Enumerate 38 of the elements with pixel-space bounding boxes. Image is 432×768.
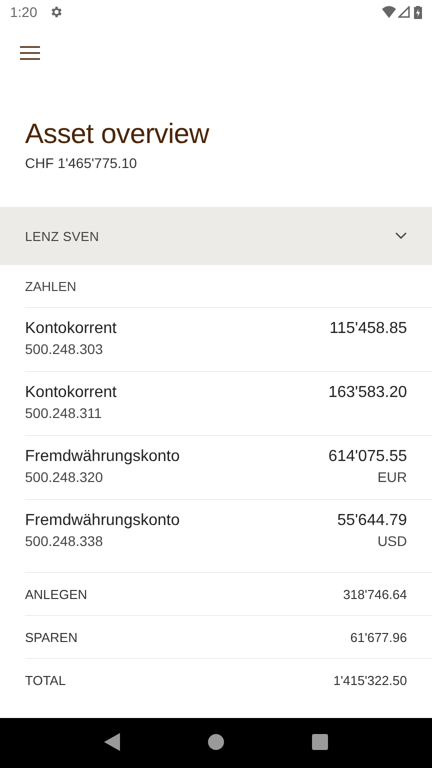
- account-row[interactable]: Fremdwährungskonto 500.248.320 614'075.55 EUR: [25, 436, 432, 500]
- account-name: Kontokorrent: [25, 320, 117, 338]
- wifi-icon: [382, 6, 396, 18]
- account-row[interactable]: Kontokorrent 500.248.303 115'458.85: [25, 308, 432, 372]
- account-number: 500.248.320: [25, 469, 104, 485]
- recents-button[interactable]: [312, 734, 328, 752]
- account-balance: 115'458.85: [330, 320, 407, 338]
- summary-amount: 1'415'322.50: [333, 672, 407, 688]
- page-title: Asset overview: [25, 117, 210, 151]
- summary-amount: 318'746.64: [343, 586, 407, 602]
- account-row[interactable]: Kontokorrent 500.248.311 163'583.20: [25, 372, 432, 436]
- settings-icon: [49, 5, 64, 19]
- back-button[interactable]: [104, 732, 120, 754]
- group-header[interactable]: LENZ SVEN: [0, 207, 432, 265]
- account-name: Fremdwährungskonto: [25, 512, 180, 530]
- status-time: 1:20: [10, 4, 38, 20]
- summary-amount: 61'677.96: [350, 630, 407, 644]
- account-number: 500.248.303: [25, 341, 104, 357]
- summary-label: ANLEGEN: [25, 586, 88, 602]
- account-name: Fremdwährungskonto: [25, 448, 180, 466]
- battery-icon: [414, 6, 422, 18]
- chevron-icon: [395, 232, 407, 240]
- account-number: 500.248.338: [25, 533, 104, 549]
- account-balance: 163'583.20: [328, 384, 407, 402]
- home-button[interactable]: [208, 734, 224, 752]
- menu-icon[interactable]: [20, 46, 40, 60]
- summary-label: TOTAL: [25, 672, 66, 688]
- account-name: Kontokorrent: [25, 384, 117, 402]
- currency-code: USD: [377, 533, 407, 549]
- account-row[interactable]: Fremdwährungskonto 500.248.338 55'644.79 USD: [25, 500, 432, 573]
- total-amount: CHF 1'465'775.10: [25, 155, 138, 171]
- currency-code: EUR: [377, 469, 407, 485]
- section-label: ZAHLEN: [25, 265, 432, 308]
- account-number: 500.248.311: [25, 405, 103, 421]
- account-balance: 614'075.55: [328, 448, 407, 466]
- signal-icon: [398, 6, 410, 18]
- account-balance: 55'644.79: [337, 512, 407, 530]
- summary-label: SPAREN: [25, 630, 78, 644]
